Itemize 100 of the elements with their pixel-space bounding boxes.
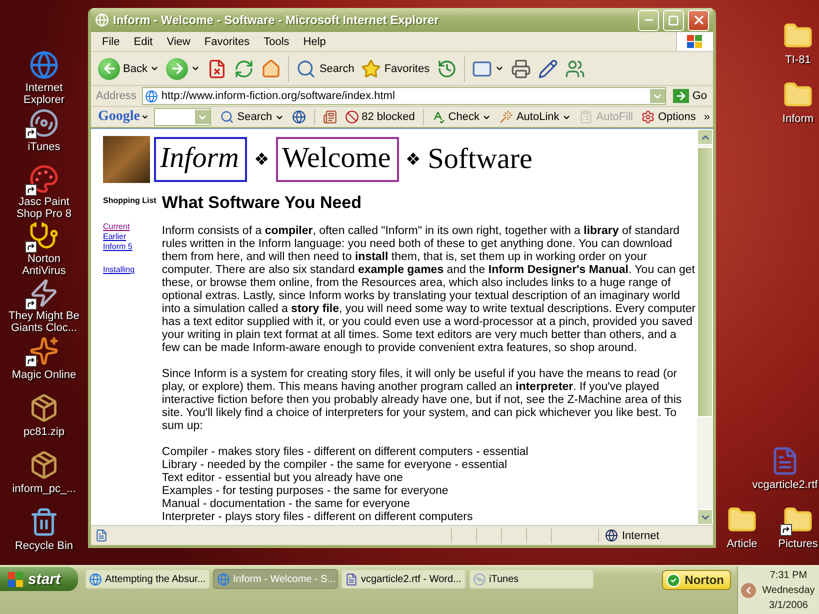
menu-item[interactable]: Edit — [126, 36, 160, 48]
search-icon — [296, 58, 316, 78]
page-heading: What Software You Need — [162, 193, 363, 213]
toolbar-button[interactable]: Back — [95, 54, 162, 84]
scrollbar[interactable] — [697, 129, 713, 525]
menu-item[interactable]: Help — [296, 36, 333, 48]
globe-icon — [605, 529, 618, 542]
lightning-icon — [29, 278, 59, 308]
desktop-shortcut[interactable]: vcgarticle2.rtf — [746, 445, 819, 500]
scroll-up-icon[interactable] — [697, 129, 713, 145]
toolbar-button[interactable]: Search — [293, 54, 358, 84]
taskbar-button[interactable]: Attempting the Absur... — [85, 569, 210, 589]
home-icon — [261, 58, 282, 78]
desktop-shortcut[interactable]: iTunes — [5, 107, 83, 162]
printer-icon — [510, 58, 531, 78]
globe-icon — [29, 50, 59, 80]
desktop-shortcut[interactable]: Recycle Bin — [5, 506, 83, 561]
tray-app-button[interactable]: Norton — [662, 570, 731, 590]
maximize-icon — [668, 14, 679, 26]
address-label: Address — [95, 90, 138, 102]
desktop-shortcut[interactable]: Jasc Paint Shop Pro 8 — [5, 164, 83, 219]
sidebar-link[interactable]: Earlier — [103, 232, 162, 242]
page-icon — [95, 529, 108, 542]
desktop-shortcut[interactable]: Internet Explorer — [5, 50, 83, 105]
start-button[interactable]: start — [0, 567, 78, 591]
taskbar-button[interactable]: iTunes — [469, 569, 594, 589]
refresh-icon — [234, 58, 254, 78]
toolbar-button[interactable]: Search — [217, 108, 288, 126]
maximize-button[interactable] — [663, 10, 684, 30]
stop-icon — [207, 58, 228, 78]
globe-icon — [217, 572, 230, 586]
scroll-thumb[interactable] — [697, 147, 713, 417]
edit-icon — [538, 58, 558, 78]
stethoscope-icon — [29, 221, 59, 251]
ornament: ❖ — [404, 148, 422, 170]
mail-icon — [472, 58, 492, 78]
summary-line: Library - needed by the compiler - the same for everyone - essential — [162, 459, 508, 472]
toolbar-button[interactable]: Options — [638, 108, 699, 126]
settings-icon — [640, 110, 655, 124]
spell-check-icon — [431, 110, 446, 124]
toolbar-button[interactable]: 82 blocked — [342, 108, 418, 126]
document-icon — [345, 572, 358, 586]
desktop-shortcut[interactable]: Article — [716, 504, 768, 559]
globe-icon — [292, 110, 306, 124]
photo-placeholder — [103, 136, 150, 182]
desktop-shortcut[interactable]: inform_pc_... — [5, 449, 83, 504]
disc-icon — [473, 572, 486, 586]
desktop-shortcut[interactable]: Pictures — [772, 504, 819, 559]
palette-icon — [29, 164, 59, 194]
menu-item[interactable]: Tools — [256, 36, 296, 48]
summary-line: Examples - for testing purposes - the same for everyone — [162, 485, 450, 498]
toolbar-button[interactable]: Check — [428, 108, 494, 126]
flag-logo-icon — [8, 572, 24, 586]
menu-item[interactable]: File — [95, 36, 127, 48]
history-icon — [436, 58, 457, 78]
menu-item[interactable]: Favorites — [197, 36, 257, 48]
scroll-down-icon[interactable] — [697, 509, 713, 525]
sidebar-link[interactable]: Installing — [103, 265, 162, 275]
desktop-shortcut[interactable]: Norton AntiVirus — [5, 221, 83, 276]
ornament: ❖ — [252, 148, 270, 170]
caret-icon — [150, 64, 160, 73]
search-icon — [220, 110, 234, 124]
caret-icon — [494, 64, 504, 73]
desktop-shortcut[interactable]: They Might Be Giants Cloc... — [5, 278, 83, 333]
zone-label: Internet — [622, 530, 660, 542]
package-icon — [29, 393, 59, 423]
address-field[interactable]: http://www.inform-fiction.org/software/index.html — [142, 87, 666, 105]
newspaper-icon — [322, 110, 337, 124]
package-icon — [29, 450, 59, 480]
toolbar-logo[interactable]: Google — [95, 109, 152, 125]
minimize-button[interactable] — [638, 10, 659, 30]
sparkles-icon — [29, 336, 59, 366]
blocked-icon — [344, 110, 359, 124]
paragraph: Inform consists of a compiler, often called "Inform" in its own right, together with a library of standard rules written in the Inform language: you need both of these to get anything done. You can download them from here, and will then need to install them, that is, set them up in working order on your computer. There are also six standard example games and the Inform Designer's Manual. You can get these, or browse them online, from the Resources area, which also includes links to a huge range of optional extras. Lastly, since Inform works by translating your textual description of an imaginary world into a simulation called a story file, you will need some way to write textual descriptions. Every computer has a text editor supplied with it, or you could even use a word-processor at a pinch, provided you saved your writing in plain text format at all times. Some text editors are very much better than others, and a few can be made Inform-aware enough to provide convenient extra features, so shop around. — [162, 225, 697, 355]
taskbar-button[interactable]: vcgarticle2.rtf - Word... — [341, 569, 466, 589]
clock-time: 7:31 PM — [770, 568, 808, 582]
caret-icon — [191, 64, 200, 73]
desktop-shortcut[interactable]: TI-81 — [772, 20, 819, 75]
banner-link[interactable]: Inform — [154, 136, 247, 182]
close-button[interactable] — [688, 10, 709, 30]
toolbar-button[interactable]: Favorites — [358, 54, 433, 84]
paragraph: Since Inform is a system for creating story files, it will only be useful if you have the means to read (or play, or explore) them. This means having another program called an interpreter. If you've played interactive fiction before then you probably already have one, but if not, see the Z-Machine area of this site. You'll likely find a choice of interpreters for your system, and can pick whichever you like best. To sum up: — [162, 368, 683, 433]
banner-title: Software — [428, 142, 532, 176]
toolbar-button[interactable]: » — [700, 108, 714, 126]
go-button[interactable]: Go — [669, 87, 711, 105]
banner-link[interactable]: Welcome — [276, 136, 399, 182]
desktop-shortcut[interactable]: pc81.zip — [5, 392, 83, 447]
summary-line: Text editor - essential but you already have one — [162, 472, 404, 485]
menu-item[interactable]: View — [160, 36, 198, 48]
toolbar-button[interactable]: AutoLink — [496, 108, 574, 126]
people-icon — [564, 58, 585, 78]
expand-tray-button[interactable] — [741, 582, 756, 598]
trash-icon — [29, 507, 59, 537]
globe-icon — [145, 90, 158, 102]
wand-icon — [499, 110, 514, 124]
desktop-shortcut[interactable]: Magic Online — [5, 335, 83, 390]
desktop-shortcut[interactable]: Inform — [772, 79, 819, 134]
sidebar-link[interactable]: Inform 5 — [103, 242, 162, 252]
search-field[interactable] — [154, 108, 212, 126]
sidebar-link[interactable]: Current — [103, 222, 162, 232]
